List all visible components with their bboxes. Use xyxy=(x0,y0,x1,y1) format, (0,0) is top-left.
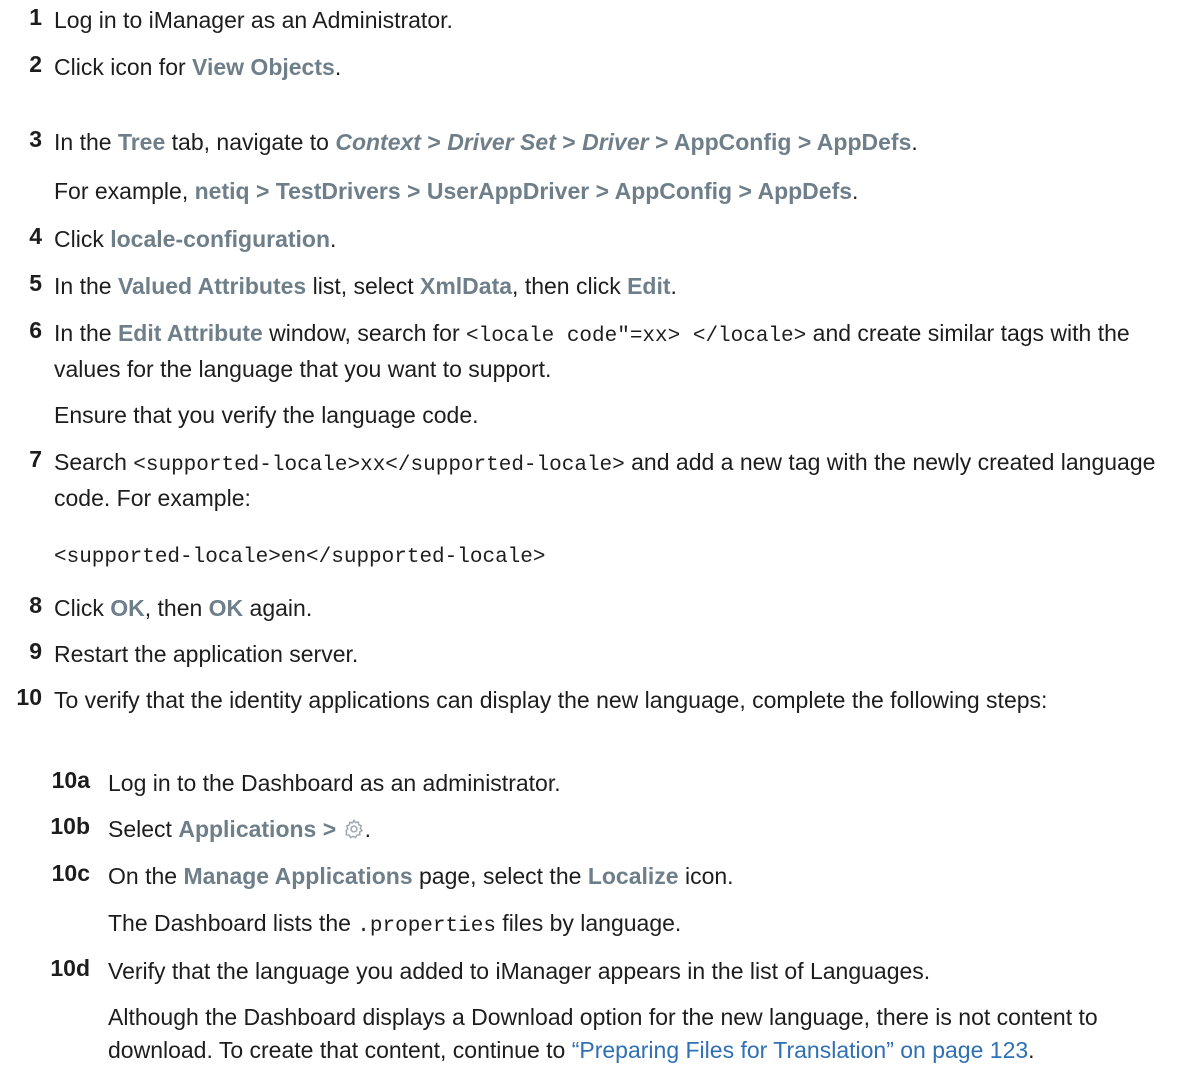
substep-text: Select Applications > . xyxy=(108,813,1171,850)
ui-label-locale-configuration: locale-configuration xyxy=(110,226,331,252)
gear-icon xyxy=(343,817,365,850)
substep-10c-note: The Dashboard lists the .properties file… xyxy=(108,910,682,938)
ui-label-ok: OK xyxy=(208,595,244,621)
example-path: UserAppDriver xyxy=(426,178,590,204)
substep-number: 10a xyxy=(51,767,90,793)
substep-number: 10b xyxy=(50,813,90,839)
step-text: In the Edit Attribute window, search for… xyxy=(54,320,1130,382)
document-page: 1 Log in to iManager as an Administrator… xyxy=(0,0,1185,1067)
path-separator: > xyxy=(648,129,674,155)
ui-label-ok: OK xyxy=(110,595,145,621)
example-path: TestDrivers xyxy=(275,178,401,204)
step-3-example: For example, netiq > TestDrivers > UserA… xyxy=(54,178,859,204)
path-separator: > xyxy=(589,178,615,204)
substep-text: On the Manage Applications page, select … xyxy=(108,863,734,889)
step-text: Restart the application server. xyxy=(54,641,359,667)
step-text: In the Tree tab, navigate to Context > D… xyxy=(54,129,918,155)
ui-label-manage-applications: Manage Applications xyxy=(183,863,413,889)
path-separator: > xyxy=(732,178,758,204)
ui-label-view-objects: View Objects xyxy=(192,54,335,80)
substep-number: 10c xyxy=(51,860,90,886)
step-text: Click locale-configuration. xyxy=(54,226,337,252)
path-appconfig: AppConfig xyxy=(673,129,792,155)
example-path: AppConfig xyxy=(614,178,733,204)
step-number: 4 xyxy=(29,223,42,249)
ui-label-valued-attributes: Valued Attributes xyxy=(117,273,307,299)
step-number: 8 xyxy=(29,592,42,618)
path-driver: Driver xyxy=(582,129,649,155)
step-number: 3 xyxy=(29,126,42,152)
path-context: Context xyxy=(335,129,421,155)
step-number: 2 xyxy=(29,51,42,77)
ui-label-edit: Edit xyxy=(627,273,671,299)
example-path: netiq xyxy=(194,178,250,204)
path-appdefs: AppDefs xyxy=(816,129,912,155)
ui-label-tree: Tree xyxy=(117,129,166,155)
step-text: Search <supported-locale>xx</supported-l… xyxy=(54,449,1156,511)
path-separator: > xyxy=(316,816,343,842)
step-number: 6 xyxy=(29,317,42,343)
step-number: 5 xyxy=(29,270,42,296)
step-text: To verify that the identity applications… xyxy=(54,687,1048,713)
step-text: In the Valued Attributes list, select Xm… xyxy=(54,273,677,299)
path-driver-set: Driver Set xyxy=(447,129,556,155)
step-number: 1 xyxy=(29,4,42,30)
ui-label-xmldata: XmlData xyxy=(420,273,513,299)
path-separator: > xyxy=(420,129,448,155)
step-6-note: Ensure that you verify the language code… xyxy=(54,402,479,428)
cross-reference-link[interactable]: “Preparing Files for Translation” on pag… xyxy=(572,1037,1028,1063)
step-text: Click OK, then OK again. xyxy=(54,595,313,621)
ui-label-localize: Localize xyxy=(587,863,679,889)
path-separator: > xyxy=(400,178,427,204)
inline-code: <supported-locale>xx</supported-locale> xyxy=(133,454,625,477)
step-number: 7 xyxy=(29,446,42,472)
path-separator: > xyxy=(249,178,276,204)
inline-code: .properties xyxy=(357,915,496,938)
substep-text: Log in to the Dashboard as an administra… xyxy=(108,770,561,796)
step-text: Click icon for View Objects. xyxy=(54,54,342,80)
substep-10d-note: Although the Dashboard displays a Downlo… xyxy=(108,1004,1098,1063)
path-separator: > xyxy=(791,129,817,155)
ui-label-applications: Applications xyxy=(178,816,317,842)
example-path: AppDefs xyxy=(757,178,853,204)
step-text: Log in to iManager as an Administrator. xyxy=(54,7,453,33)
substep-text: Verify that the language you added to iM… xyxy=(108,958,931,984)
step-number: 9 xyxy=(29,638,42,664)
substep-number: 10d xyxy=(50,955,90,981)
code-block: <supported-locale>en</supported-locale> xyxy=(54,546,546,569)
step-number: 10 xyxy=(16,684,42,710)
path-separator: > xyxy=(555,129,583,155)
inline-code: <locale code"=xx> </locale> xyxy=(466,325,807,348)
ui-label-edit-attribute: Edit Attribute xyxy=(117,320,263,346)
